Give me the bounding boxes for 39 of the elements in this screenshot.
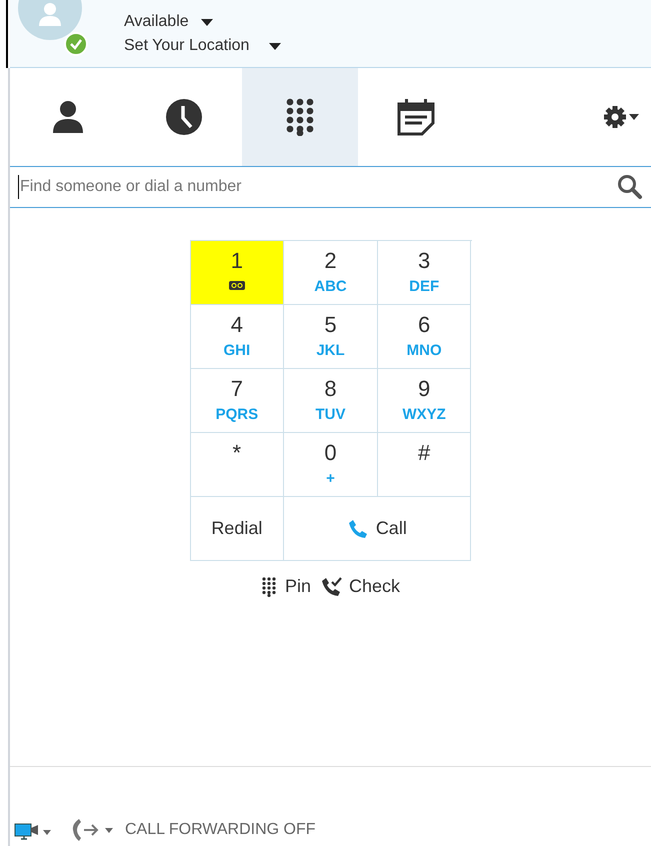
clock-icon <box>165 98 203 136</box>
redial-button[interactable]: Redial <box>190 497 284 561</box>
dial-key[interactable]: 6 MNO <box>378 305 472 369</box>
calendar-note-icon <box>396 97 436 137</box>
caret-icon <box>105 828 113 832</box>
phone-icon <box>348 518 368 538</box>
call-forwarding-button[interactable]: CALL FORWARDING OFF <box>71 818 316 842</box>
dialpad-icon <box>286 98 314 136</box>
dial-key[interactable]: 3 DEF <box>378 241 472 305</box>
dial-key[interactable]: 2 ABC <box>284 241 378 305</box>
person-icon <box>50 99 86 135</box>
caret-icon <box>200 18 213 26</box>
person-icon <box>37 2 63 26</box>
dial-key[interactable]: # <box>378 433 472 497</box>
caret-icon <box>43 830 51 834</box>
call-button[interactable]: Call <box>284 497 472 561</box>
caret-icon <box>269 42 282 50</box>
search-icon <box>617 174 643 200</box>
voicemail-icon <box>228 281 245 290</box>
check-link[interactable]: Check <box>320 573 400 600</box>
monitor-camera-icon <box>14 822 40 842</box>
presence-dropdown[interactable]: Available <box>124 12 282 32</box>
dial-key[interactable]: * <box>190 433 284 497</box>
caret-icon <box>629 114 639 120</box>
dial-key[interactable]: 0 + <box>284 433 378 497</box>
phone-check-icon <box>320 576 343 596</box>
dial-key[interactable]: 1 <box>190 241 284 305</box>
location-dropdown[interactable]: Set Your Location <box>124 36 282 56</box>
dial-key[interactable]: 7 PQRS <box>190 369 284 433</box>
dialpad-icon <box>260 576 277 596</box>
video-device-button[interactable] <box>14 822 51 842</box>
search-field[interactable]: Find someone or dial a number <box>18 175 617 199</box>
dial-key[interactable]: 5 JKL <box>284 305 378 369</box>
tab[interactable] <box>242 68 358 166</box>
dial-key[interactable]: 8 TUV <box>284 369 378 433</box>
phone-forward-icon <box>71 818 101 842</box>
pin-link[interactable]: Pin <box>260 573 311 600</box>
dial-key[interactable]: 9 WXYZ <box>378 369 472 433</box>
dial-key[interactable]: 4 GHI <box>190 305 284 369</box>
